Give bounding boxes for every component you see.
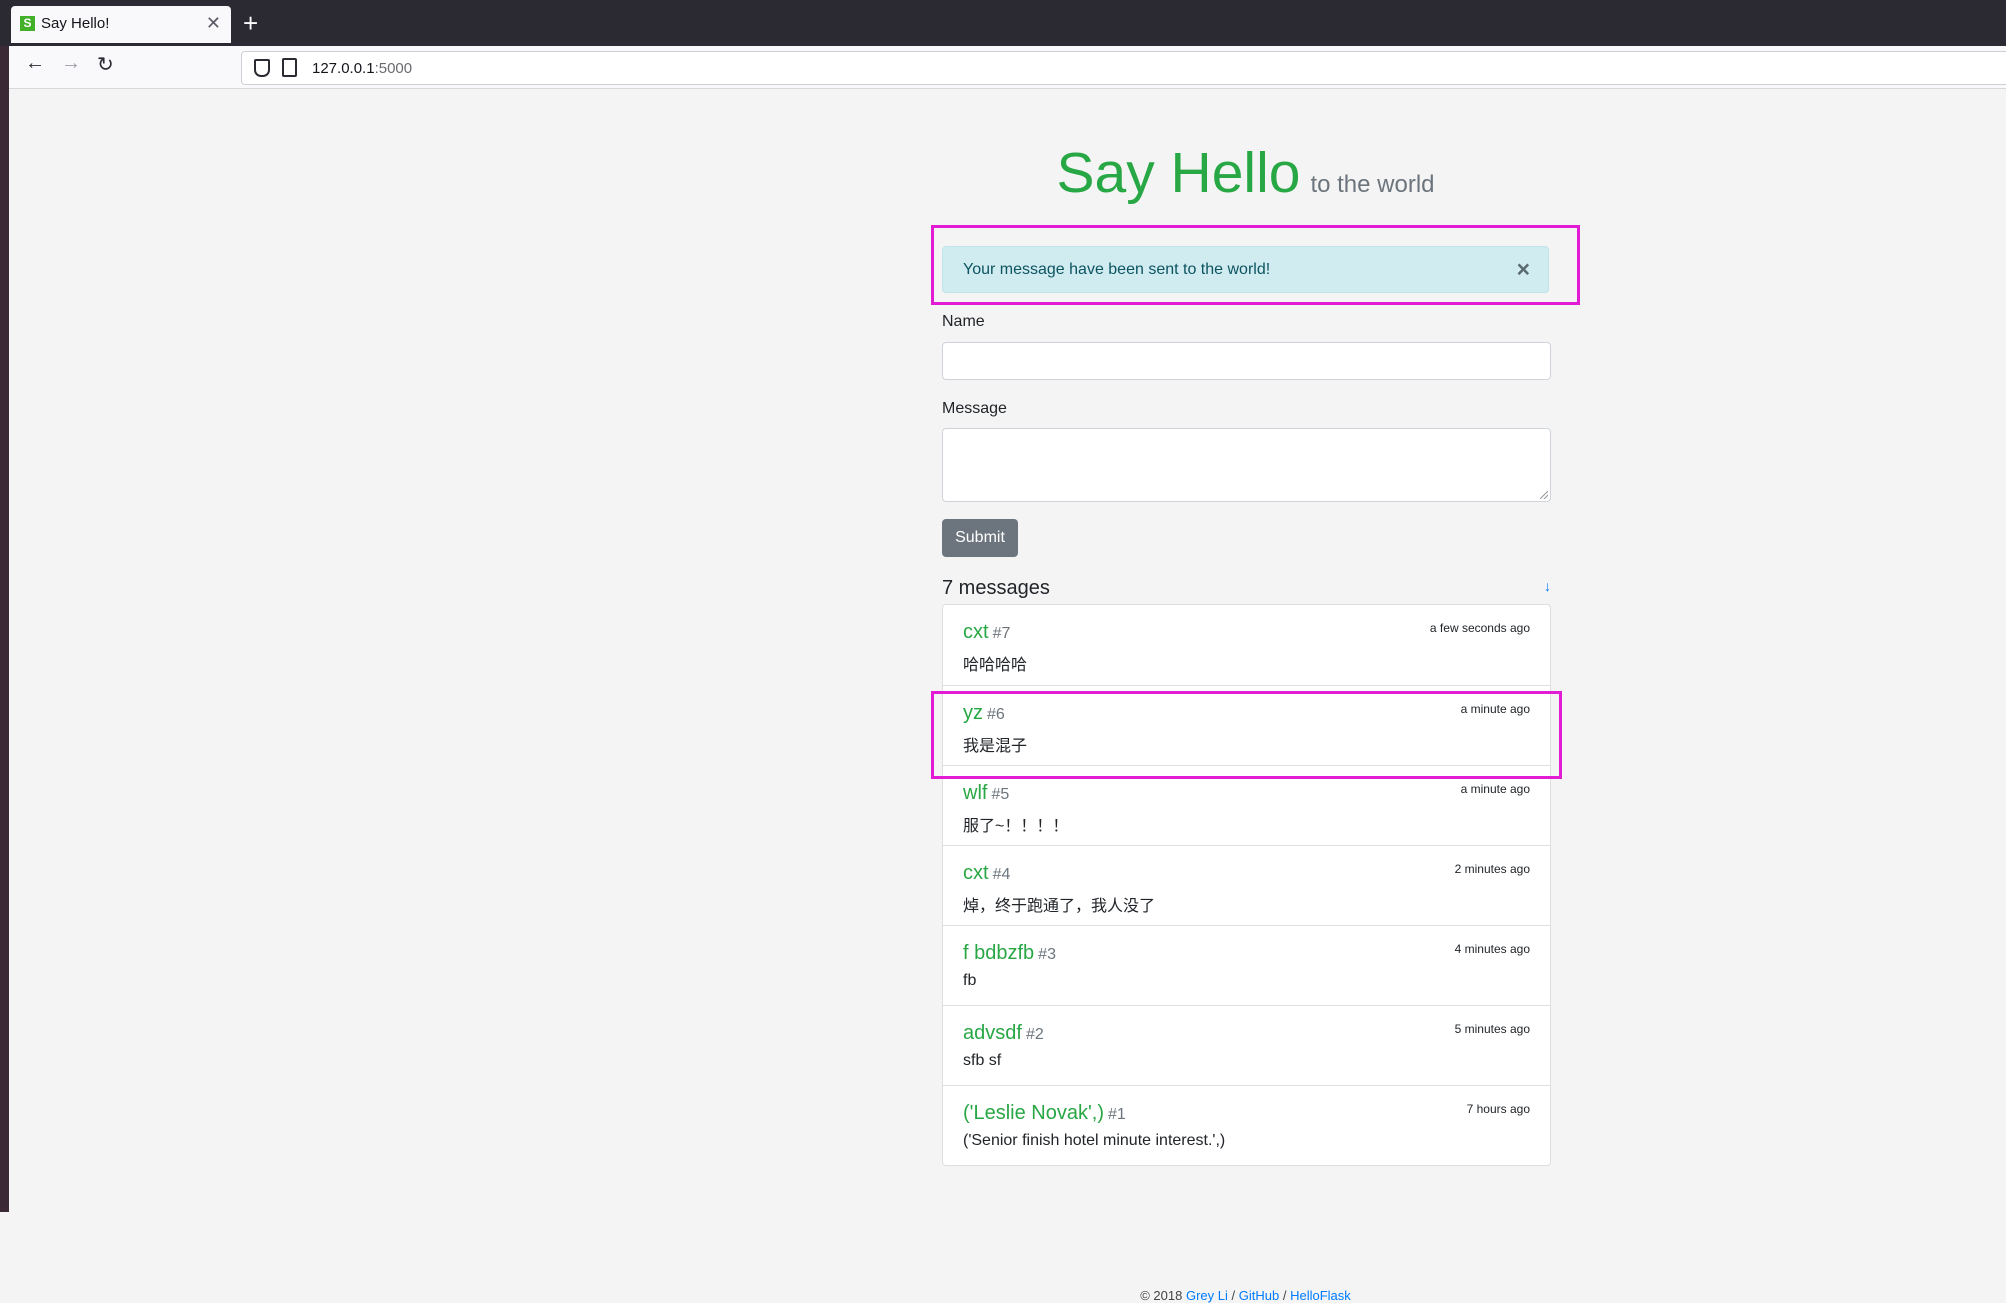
browser-nav-bar: ← → ↻ 127.0.0.1:5000 bbox=[9, 46, 2006, 89]
project-link[interactable]: HelloFlask bbox=[1290, 1288, 1351, 1303]
forward-icon[interactable]: → bbox=[61, 52, 81, 75]
shield-icon[interactable] bbox=[254, 59, 270, 77]
message-item: ('Leslie Novak',) #1 7 hours ago ('Senior f… bbox=[943, 1085, 1550, 1165]
message-count: 7 messages bbox=[942, 577, 1050, 599]
alert-message: Your message have been sent to the world… bbox=[963, 261, 1271, 278]
main-container: Say Hello to the world Your message have … bbox=[931, 88, 1580, 1303]
message-author: f bdbzfb #3 bbox=[963, 942, 1056, 964]
message-item: f bdbzfb #3 4 minutes ago fb bbox=[943, 925, 1550, 1005]
message-number: #3 bbox=[1038, 946, 1056, 963]
message-textarea[interactable] bbox=[942, 428, 1551, 502]
footer: © 2018 Grey Li / GitHub / HelloFlask bbox=[1140, 1288, 1351, 1303]
message-number: #7 bbox=[992, 625, 1011, 642]
message-body: 焯，终于跑通了，我人没了 bbox=[963, 898, 1156, 915]
message-number: #2 bbox=[1025, 1026, 1044, 1043]
tab-title: Say Hello! bbox=[41, 15, 110, 32]
desktop-edge bbox=[0, 0, 9, 1212]
message-author: advsdf #2 bbox=[963, 1022, 1044, 1044]
message-timestamp: a minute ago bbox=[1460, 782, 1530, 796]
message-timestamp: 4 minutes ago bbox=[1454, 942, 1530, 956]
github-link[interactable]: GitHub bbox=[1239, 1288, 1279, 1303]
name-input[interactable] bbox=[942, 342, 1551, 380]
reload-icon[interactable]: ↻ bbox=[97, 52, 114, 77]
close-tab-icon[interactable]: ✕ bbox=[206, 13, 221, 34]
close-icon[interactable]: × bbox=[1517, 256, 1530, 283]
scroll-down-link[interactable]: ↓ bbox=[1544, 578, 1551, 594]
browser-tab-bar: S Say Hello! ✕ + bbox=[0, 0, 2006, 46]
message-author: cxt #4 bbox=[963, 862, 1011, 884]
page-heading: Say Hello to the world bbox=[940, 140, 1551, 210]
new-tab-icon[interactable]: + bbox=[243, 8, 258, 38]
author-link[interactable]: Grey Li bbox=[1186, 1288, 1228, 1303]
message-timestamp: 5 minutes ago bbox=[1454, 1022, 1530, 1036]
message-body: fb bbox=[963, 972, 977, 989]
favicon-icon: S bbox=[20, 16, 35, 31]
address-bar[interactable]: 127.0.0.1:5000 bbox=[241, 51, 2006, 85]
message-body: 服了~！！！！ bbox=[963, 818, 1069, 835]
message-list: cxt #7 a few seconds ago 哈哈哈哈 yz #6 a minute a… bbox=[942, 604, 1551, 1166]
browser-tab[interactable]: S Say Hello! ✕ bbox=[11, 6, 231, 43]
flash-alert: Your message have been sent to the world… bbox=[942, 246, 1549, 293]
message-number: #5 bbox=[991, 786, 1010, 803]
message-author: wlf #5 bbox=[963, 782, 1010, 804]
submit-button[interactable]: Submit bbox=[942, 519, 1018, 557]
message-number: #1 bbox=[1108, 1106, 1126, 1123]
message-timestamp: a few seconds ago bbox=[1429, 621, 1530, 635]
name-label: Name bbox=[942, 313, 985, 330]
page-icon[interactable] bbox=[282, 58, 297, 77]
message-timestamp: 2 minutes ago bbox=[1454, 862, 1530, 876]
message-number: #4 bbox=[992, 866, 1011, 883]
message-timestamp: 7 hours ago bbox=[1466, 1102, 1530, 1116]
message-item: cxt #7 a few seconds ago 哈哈哈哈 bbox=[943, 605, 1550, 685]
page-subtitle: to the world bbox=[1310, 171, 1435, 198]
message-body: sfb sf bbox=[963, 1052, 1002, 1069]
url-text[interactable]: 127.0.0.1:5000 bbox=[312, 60, 412, 77]
message-body: ('Senior finish hotel minute interest.',… bbox=[963, 1132, 1226, 1149]
message-label: Message bbox=[942, 400, 1007, 417]
message-item: advsdf #2 5 minutes ago sfb sf bbox=[943, 1005, 1550, 1085]
page-title: Say Hello bbox=[1056, 141, 1301, 205]
message-author: cxt #7 bbox=[963, 621, 1011, 643]
message-author: ('Leslie Novak',) #1 bbox=[963, 1102, 1126, 1124]
resize-grip-icon[interactable] bbox=[1540, 491, 1548, 499]
message-item: cxt #4 2 minutes ago 焯，终于跑通了，我人没了 bbox=[943, 845, 1550, 925]
back-icon[interactable]: ← bbox=[25, 52, 45, 75]
message-body: 哈哈哈哈 bbox=[963, 657, 1028, 674]
message-highlight-box bbox=[931, 691, 1562, 779]
